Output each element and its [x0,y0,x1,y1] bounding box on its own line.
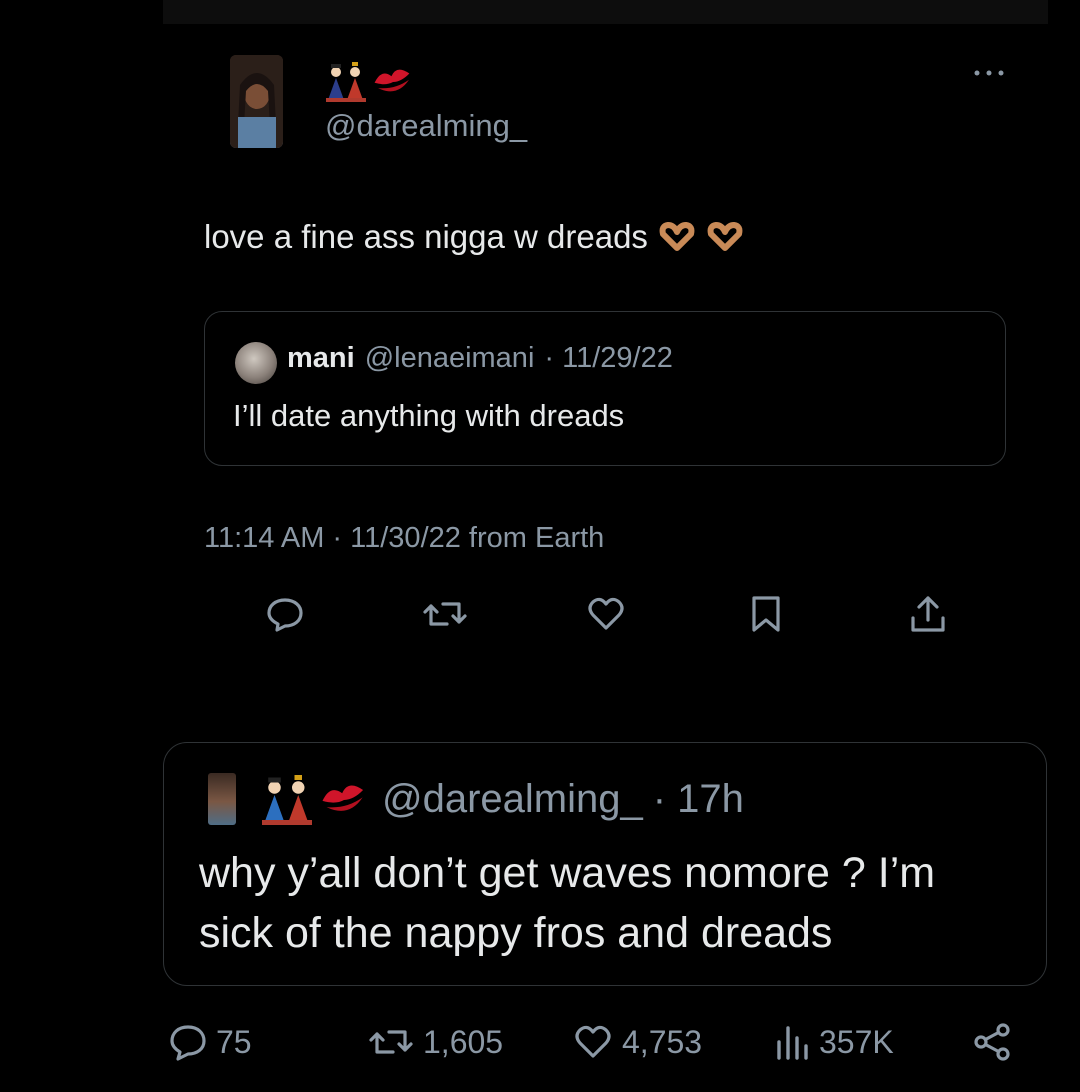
reply-author-avatar [208,773,236,825]
share-button[interactable] [972,1020,1012,1064]
reply-time: · 17h [652,777,744,821]
view-count-value: 357K [819,1023,894,1060]
share-icon[interactable] [908,594,948,634]
author-avatar[interactable] [230,55,283,148]
retweet-count[interactable]: 1,605 [367,1020,503,1064]
share-nodes-icon [974,1023,1010,1061]
like-count-value: 4,753 [622,1023,703,1060]
tweet-text: love a fine ass nigga w dreads [204,218,648,255]
hina-dolls-emoji [262,775,312,825]
reply-count-value: 75 [216,1023,252,1060]
reply-tweet-card[interactable]: @darealming_ · 17h why y’all don’t get w… [163,742,1047,986]
quote-date: · 11/29/22 [544,342,673,374]
tweet-action-bar [0,594,1080,634]
heart-hands-emoji [707,222,743,251]
quote-author-handle: @lenaeimani [364,342,535,374]
reply-meta: @darealming_ · 17h [382,777,744,822]
like-icon [575,1025,611,1058]
quote-author-name: mani [287,342,355,374]
hina-dolls-emoji [326,62,366,102]
author-display-name [325,62,415,102]
retweet-icon [369,1030,413,1054]
quoted-tweet[interactable]: mani @lenaeimani · 11/29/22 I’ll date an… [204,311,1006,466]
kiss-mark-emoji [374,69,410,92]
quote-text: I’ll date anything with dreads [233,398,625,433]
reply-icon[interactable] [265,594,305,634]
top-bar [163,0,1048,24]
tweet-body: love a fine ass nigga w dreads [204,218,744,256]
reply-icon [170,1025,206,1061]
like-icon[interactable] [586,594,626,634]
reply-author-display-name [260,775,370,825]
views-icon [777,1026,808,1060]
like-count[interactable]: 4,753 [572,1020,702,1064]
screenshot-page: @darealming_ love a fine ass nigga w dre… [0,0,1080,1092]
author-handle[interactable]: @darealming_ [325,108,527,144]
bookmark-icon[interactable] [748,594,788,634]
quote-author-avatar [235,342,277,384]
reply-count[interactable]: 75 [168,1020,252,1064]
kiss-mark-emoji [322,785,364,811]
reply-handle[interactable]: @darealming_ [382,777,643,822]
heart-hands-emoji [659,222,695,251]
reply-text: why y’all don’t get waves nomore ? I’m s… [199,849,936,957]
retweet-icon[interactable] [423,594,467,634]
view-count[interactable]: 357K [775,1020,894,1064]
quote-header: mani @lenaeimani · 11/29/22 [287,342,673,375]
tweet-timestamp[interactable]: 11:14 AM · 11/30/22 from Earth [204,522,604,555]
more-options-icon[interactable] [972,66,1006,80]
reply-stats-bar: 75 1,605 4,753 357K [0,1020,1080,1064]
retweet-count-value: 1,605 [423,1023,504,1060]
